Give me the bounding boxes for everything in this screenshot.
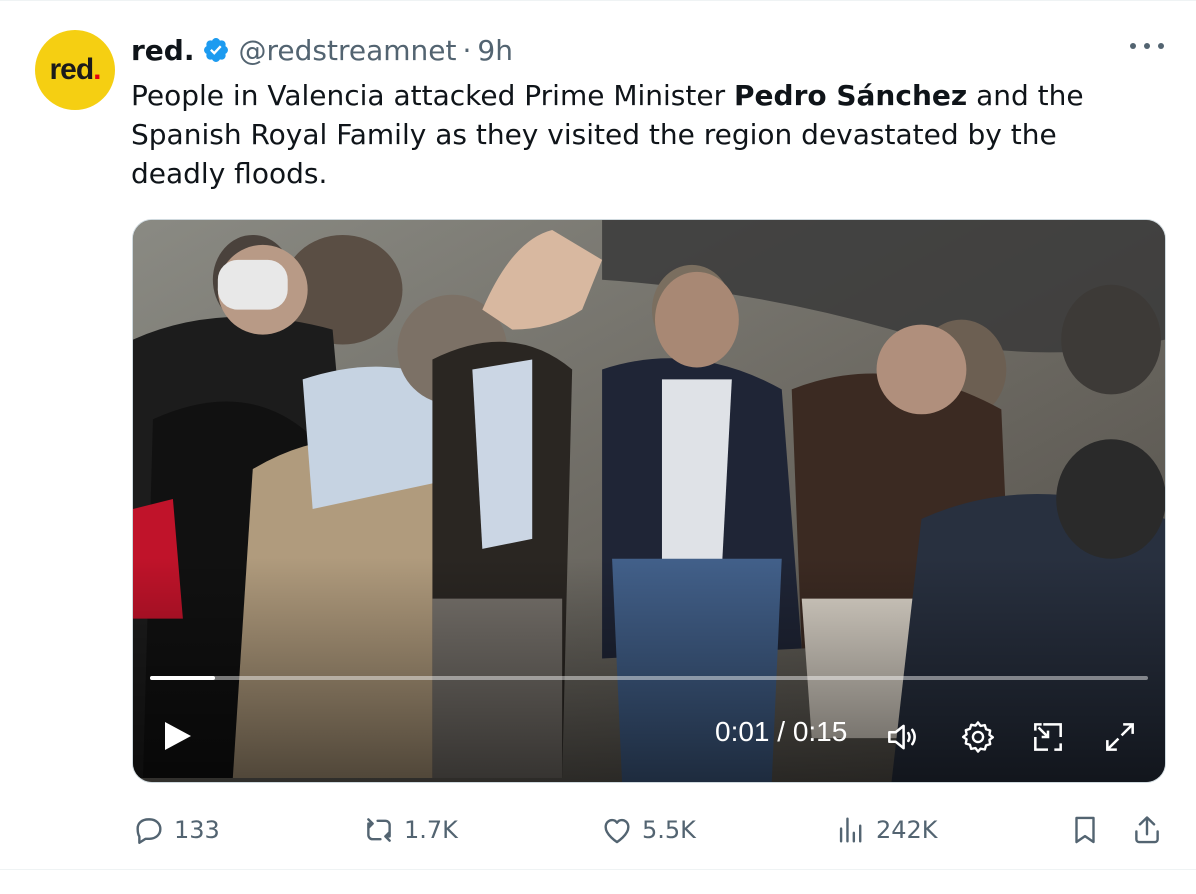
reply-count: 133 <box>174 816 220 844</box>
top-divider <box>0 0 1196 6</box>
tweet-header: red. @redstreamnet · 9h <box>131 30 513 70</box>
author-name[interactable]: red. <box>131 34 194 67</box>
play-icon[interactable] <box>155 714 199 758</box>
view-count: 242K <box>876 816 938 844</box>
like-button[interactable]: 5.5K <box>600 808 696 852</box>
like-count: 5.5K <box>642 816 696 844</box>
tweet-actions: 133 1.7K 5.5K 242K <box>132 808 1172 852</box>
video-player[interactable]: 0:01 / 0:15 <box>132 219 1166 783</box>
video-progress-fill <box>150 676 215 680</box>
video-progress-bar[interactable] <box>150 676 1148 680</box>
bookmark-icon <box>1075 816 1095 844</box>
verified-badge-icon <box>204 38 229 62</box>
video-frame <box>133 220 1165 782</box>
repost-icon <box>367 818 391 842</box>
bookmark-button[interactable] <box>1068 808 1110 852</box>
video-timecode: 0:01 / 0:15 <box>715 716 848 747</box>
dock-icon[interactable] <box>1029 718 1067 756</box>
heart-icon <box>604 818 630 844</box>
volume-icon[interactable] <box>883 718 921 756</box>
repost-count: 1.7K <box>404 816 458 844</box>
separator: · <box>462 33 472 67</box>
author-handle[interactable]: @redstreamnet <box>238 34 456 67</box>
views-button[interactable]: 242K <box>834 808 938 852</box>
avatar[interactable]: red. <box>35 30 115 110</box>
mention-bold: Pedro Sánchez <box>734 79 968 112</box>
views-icon <box>839 817 862 843</box>
reply-icon <box>136 818 162 844</box>
timestamp[interactable]: 9h <box>477 34 513 67</box>
settings-icon[interactable] <box>959 718 997 756</box>
video-controls: 0:01 / 0:15 <box>133 706 1165 766</box>
fullscreen-icon[interactable] <box>1101 718 1139 756</box>
bottom-divider <box>0 869 1196 894</box>
tweet-text: People in Valencia attacked Prime Minist… <box>131 79 1084 190</box>
share-icon <box>1135 816 1159 844</box>
share-button[interactable] <box>1130 808 1172 852</box>
avatar-logo: red. <box>49 53 101 86</box>
tweet-card: red. red. @redstreamnet · 9h People in V… <box>0 0 1196 894</box>
more-options-icon[interactable] <box>1130 36 1164 56</box>
reply-button[interactable]: 133 <box>132 808 220 852</box>
repost-button[interactable]: 1.7K <box>362 808 458 852</box>
